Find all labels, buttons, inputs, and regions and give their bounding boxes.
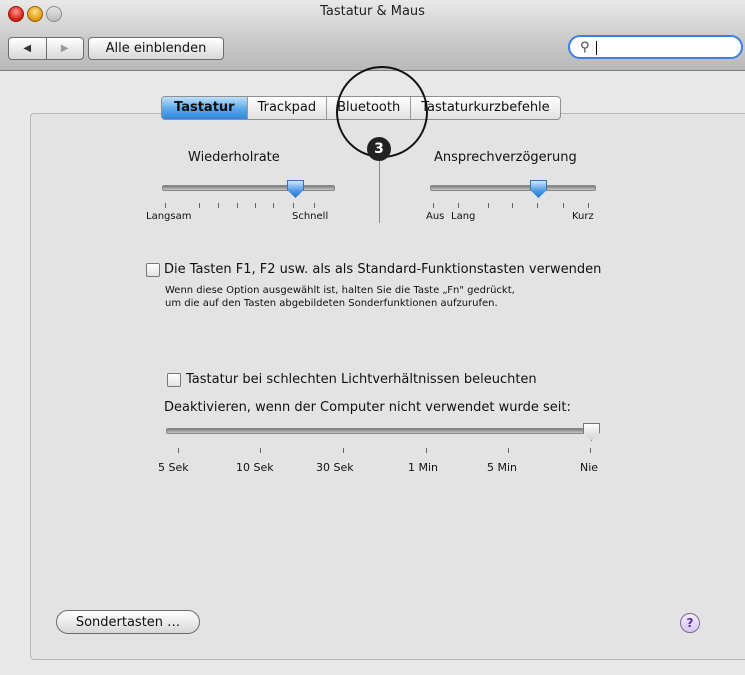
- tick-mark: [512, 203, 513, 208]
- time-option-10-sek: 10 Sek: [236, 461, 274, 474]
- deactivate-slider-track[interactable]: [166, 428, 598, 434]
- tick-mark: [178, 448, 179, 453]
- annotation-badge: 3: [367, 137, 391, 161]
- tick-mark: [458, 203, 459, 208]
- show-all-button[interactable]: Alle einblenden: [88, 37, 224, 60]
- repeat-delay-off-label: Aus: [426, 211, 445, 222]
- deactivate-label: Deaktivieren, wenn der Computer nicht ve…: [164, 400, 571, 415]
- time-option-5-sek: 5 Sek: [158, 461, 189, 474]
- tick-mark: [563, 203, 564, 208]
- window-title: Tastatur & Maus: [320, 4, 425, 19]
- backlight-checkbox[interactable]: [167, 373, 181, 387]
- tick-mark: [314, 203, 315, 208]
- tick-mark: [199, 203, 200, 208]
- forward-arrow-icon: ▶: [60, 43, 69, 54]
- time-option-1-min: 1 Min: [408, 461, 439, 474]
- search-icon: ⚲: [580, 40, 590, 55]
- tick-mark: [260, 448, 261, 453]
- tick-mark: [426, 448, 427, 453]
- backlight-checkbox-label[interactable]: Tastatur bei schlechten Lichtverhältniss…: [186, 372, 537, 387]
- help-button[interactable]: ?: [680, 613, 700, 633]
- time-option-5-min: 5 Min: [487, 461, 518, 474]
- tick-mark: [273, 203, 274, 208]
- tick-mark: [537, 203, 538, 208]
- tab-tastatur[interactable]: Tastatur: [162, 97, 247, 119]
- back-button[interactable]: ◀: [9, 38, 46, 59]
- time-option-nie: Nie: [580, 461, 599, 474]
- time-option-30-sek: 30 Sek: [316, 461, 354, 474]
- repeat-rate-title: Wiederholrate: [188, 150, 280, 165]
- tick-mark: [165, 203, 166, 208]
- tick-mark: [588, 203, 589, 208]
- help-icon: ?: [686, 616, 694, 630]
- forward-button[interactable]: ▶: [45, 38, 84, 59]
- tick-mark: [237, 203, 238, 208]
- tick-mark: [590, 448, 591, 453]
- fn-keys-help-line-2: um die auf den Tasten abgebildeten Sonde…: [165, 298, 498, 309]
- tick-mark: [488, 203, 489, 208]
- repeat-rate-max-label: Schnell: [292, 211, 329, 222]
- back-forward-control: ◀ ▶: [8, 37, 84, 60]
- search-field[interactable]: ⚲: [568, 35, 743, 59]
- special-keys-button[interactable]: Sondertasten …: [56, 610, 200, 634]
- repeat-delay-title: Ansprechverzögerung: [434, 150, 577, 165]
- fn-keys-checkbox[interactable]: [146, 263, 160, 277]
- tick-mark: [433, 203, 434, 208]
- tick-mark: [508, 448, 509, 453]
- back-arrow-icon: ◀: [23, 43, 32, 54]
- tick-mark: [218, 203, 219, 208]
- tab-trackpad[interactable]: Trackpad: [246, 97, 327, 119]
- repeat-delay-long-label: Lang: [451, 211, 476, 222]
- tab-tastaturkurzbefehle[interactable]: Tastaturkurzbefehle: [410, 97, 559, 119]
- repeat-delay-max-label: Kurz: [572, 211, 594, 222]
- text-caret: [596, 41, 597, 55]
- repeat-rate-slider-track[interactable]: [162, 185, 335, 191]
- preferences-window: Tastatur & Maus ◀ ▶ Alle einblenden ⚲ Ta…: [0, 0, 745, 675]
- tick-mark: [293, 203, 294, 208]
- tick-mark: [255, 203, 256, 208]
- fn-keys-checkbox-label[interactable]: Die Tasten F1, F2 usw. als als Standard-…: [164, 262, 601, 277]
- title-toolbar: Tastatur & Maus ◀ ▶ Alle einblenden ⚲: [0, 0, 745, 71]
- repeat-delay-slider-track[interactable]: [430, 185, 596, 191]
- tick-mark: [343, 448, 344, 453]
- repeat-rate-min-label: Langsam: [146, 211, 192, 222]
- fn-keys-help-line-1: Wenn diese Option ausgewählt ist, halten…: [165, 285, 515, 296]
